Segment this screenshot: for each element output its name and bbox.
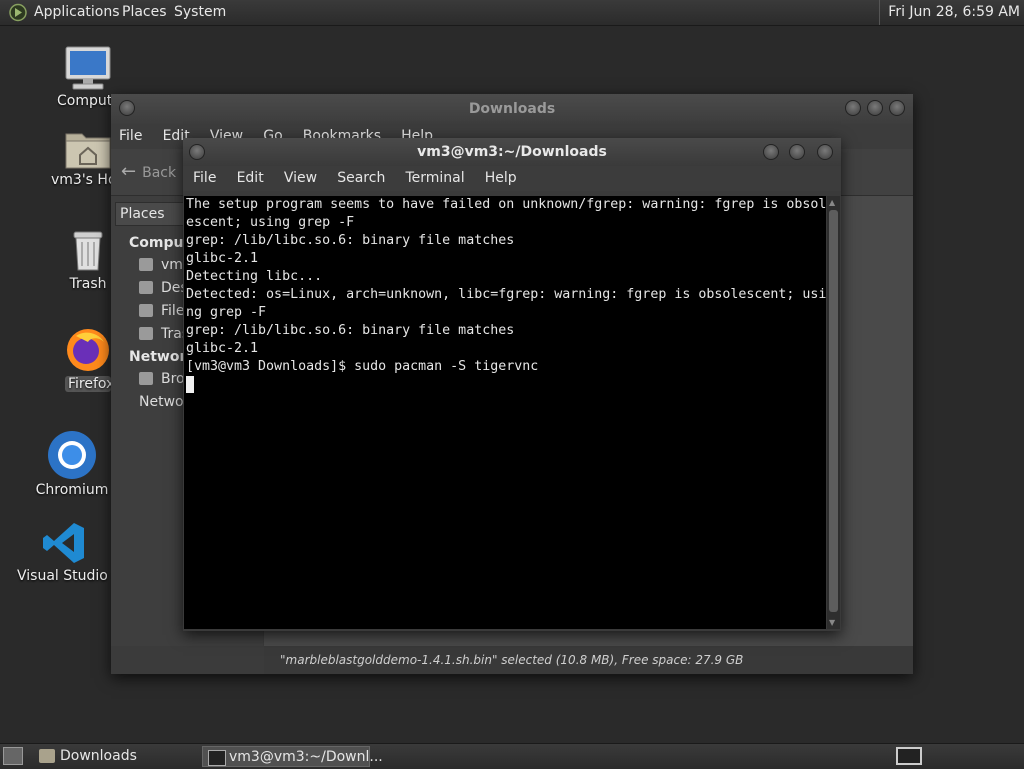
vscode-icon: [43, 523, 84, 563]
term-menu-help[interactable]: Help: [477, 166, 525, 191]
back-label: Back: [142, 165, 177, 181]
terminal-output[interactable]: The setup program seems to have failed o…: [184, 196, 826, 629]
top-panel: Applications Places System Fri Jun 28, 6…: [0, 0, 1024, 26]
window-menu-button[interactable]: [119, 100, 135, 116]
text-cursor: [186, 376, 194, 393]
firefox-icon: [67, 329, 109, 371]
term-line: Detected: os=Linux, arch=unknown, libc=f…: [186, 287, 826, 302]
desktop-icon: [139, 281, 153, 294]
desktop-label-firefox: Firefox: [65, 376, 111, 392]
term-cursor-line: [184, 376, 826, 396]
desktop-label-vscode: Visual Studio Code: [17, 568, 111, 584]
terminal-icon: [208, 750, 226, 766]
term-line: escent; using grep -F: [186, 215, 355, 230]
close-button[interactable]: [817, 144, 833, 160]
task-downloads[interactable]: Downloads: [34, 746, 196, 767]
term-line: glibc-2.1: [186, 251, 259, 266]
back-button[interactable]: ← Back: [121, 161, 176, 182]
scroll-down-icon[interactable]: ▼: [829, 618, 835, 627]
term-menu-search[interactable]: Search: [329, 166, 393, 191]
back-arrow-icon: ←: [121, 161, 137, 182]
show-desktop-icon[interactable]: [3, 747, 23, 765]
scrollbar-thumb[interactable]: [829, 210, 838, 612]
menu-system[interactable]: System: [174, 0, 226, 25]
menu-places[interactable]: Places: [122, 0, 167, 25]
task-label: vm3@vm3:~/Downl...: [229, 749, 383, 765]
term-menu-view[interactable]: View: [276, 166, 325, 191]
terminal-menubar: File Edit View Search Terminal Help: [183, 166, 841, 191]
workspace-switcher-icon[interactable]: [896, 747, 922, 765]
term-line: glibc-2.1: [186, 341, 259, 356]
term-line: [vm3@vm3 Downloads]$ sudo pacman -S tige…: [186, 359, 539, 374]
terminal-title: vm3@vm3:~/Downloads: [417, 144, 607, 160]
computer-icon: [65, 46, 111, 90]
desktop-label-home: vm3's Home: [51, 172, 113, 188]
term-menu-file[interactable]: File: [185, 166, 224, 191]
maximize-button[interactable]: [867, 100, 883, 116]
task-label: Downloads: [60, 748, 137, 764]
trash-icon: [73, 231, 103, 271]
terminal-window[interactable]: vm3@vm3:~/Downloads File Edit View Searc…: [183, 138, 841, 631]
network-icon: [139, 372, 153, 385]
term-line: ng grep -F: [186, 305, 267, 320]
window-menu-button[interactable]: [189, 144, 205, 160]
task-terminal[interactable]: vm3@vm3:~/Downl...: [202, 746, 383, 767]
file-manager-titlebar[interactable]: Downloads: [111, 94, 913, 124]
scroll-up-icon[interactable]: ▲: [829, 198, 835, 207]
terminal-scrollbar[interactable]: ▲ ▼: [827, 196, 840, 629]
home-folder-icon: [65, 133, 111, 169]
minimize-button[interactable]: [845, 100, 861, 116]
home-icon: [139, 258, 153, 271]
bottom-panel: Downloads vm3@vm3:~/Downl...: [0, 743, 1024, 769]
minimize-button[interactable]: [763, 144, 779, 160]
chromium-icon: [48, 431, 96, 479]
term-line: grep: /lib/libc.so.6: binary file matche…: [186, 323, 515, 338]
term-menu-edit[interactable]: Edit: [229, 166, 272, 191]
term-menu-terminal[interactable]: Terminal: [397, 166, 472, 191]
file-manager-title: Downloads: [468, 101, 556, 117]
term-line: grep: /lib/libc.so.6: binary file matche…: [186, 233, 515, 248]
maximize-button[interactable]: [789, 144, 805, 160]
folder-icon: [39, 749, 55, 763]
terminal-titlebar[interactable]: vm3@vm3:~/Downloads: [183, 138, 841, 166]
desktop-label-computer: Computer: [57, 93, 113, 109]
clock[interactable]: Fri Jun 28, 6:59 AM: [879, 0, 1020, 25]
fm-menu-file[interactable]: File: [111, 124, 150, 149]
status-bar: "marbleblastgolddemo-1.4.1.sh.bin" selec…: [264, 646, 913, 674]
desktop-icon-vscode[interactable]: Visual Studio Code: [17, 520, 111, 584]
close-button[interactable]: [889, 100, 905, 116]
term-line: The setup program seems to have failed o…: [186, 197, 826, 212]
trash-icon: [139, 327, 153, 340]
term-line: Detecting libc...: [186, 269, 323, 284]
gnome-menu-icon[interactable]: [8, 3, 28, 22]
menu-applications[interactable]: Applications: [34, 0, 120, 25]
drive-icon: [139, 304, 153, 317]
